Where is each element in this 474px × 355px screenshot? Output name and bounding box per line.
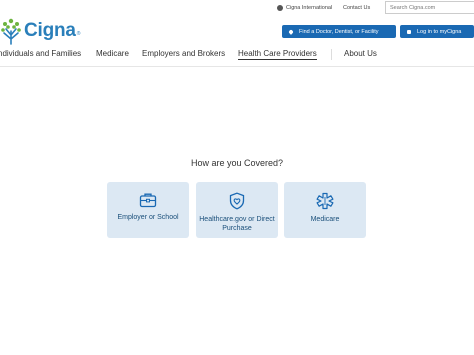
login-label: Log in to myCigna bbox=[417, 28, 462, 35]
medical-star-icon bbox=[316, 192, 334, 210]
page-title: How are you Covered? bbox=[190, 158, 284, 168]
cigna-international-label: Cigna International bbox=[286, 4, 333, 11]
lock-icon bbox=[407, 29, 411, 34]
coverage-card-healthcare-gov[interactable]: Healthcare.gov or Direct Purchase bbox=[196, 182, 278, 238]
card-label-healthcare-gov: Healthcare.gov or Direct Purchase bbox=[199, 216, 275, 232]
nav-item-individuals[interactable]: ndividuals and Families bbox=[0, 49, 81, 58]
briefcase-icon bbox=[139, 193, 157, 208]
main-nav: ndividuals and Families Medicare Employe… bbox=[0, 49, 474, 63]
nav-item-employers[interactable]: Employers and Brokers bbox=[142, 49, 225, 58]
find-doctor-label: Find a Doctor, Dentist, or Facility bbox=[299, 28, 379, 35]
search-placeholder: Search Cigna.com bbox=[390, 4, 436, 11]
nav-item-providers[interactable]: Health Care Providers bbox=[238, 49, 317, 60]
shield-heart-icon bbox=[229, 192, 245, 210]
cigna-international-link[interactable]: Cigna International bbox=[277, 2, 332, 13]
contact-us-link[interactable]: Contact Us bbox=[343, 2, 370, 13]
registered-mark: ® bbox=[76, 31, 81, 37]
nav-item-about[interactable]: About Us bbox=[344, 49, 377, 58]
nav-divider bbox=[331, 49, 332, 60]
coverage-card-employer[interactable]: Employer or School bbox=[107, 182, 189, 238]
card-label-medicare: Medicare bbox=[310, 216, 340, 223]
logo-wordmark: Cigna bbox=[24, 20, 76, 41]
nav-item-medicare[interactable]: Medicare bbox=[96, 49, 129, 58]
location-pin-icon bbox=[288, 28, 294, 35]
card-label-employer: Employer or School bbox=[117, 214, 179, 221]
globe-icon bbox=[277, 4, 283, 11]
search-input[interactable]: Search Cigna.com bbox=[385, 1, 474, 14]
cigna-logo[interactable]: Cigna ® bbox=[0, 16, 80, 46]
coverage-card-medicare[interactable]: Medicare bbox=[284, 182, 366, 238]
site-header: Cigna ® Cigna International Contact Us S… bbox=[0, 0, 474, 67]
login-button[interactable]: Log in to myCigna bbox=[400, 25, 474, 38]
tree-logo-icon bbox=[1, 18, 21, 45]
find-doctor-button[interactable]: Find a Doctor, Dentist, or Facility bbox=[282, 25, 396, 38]
